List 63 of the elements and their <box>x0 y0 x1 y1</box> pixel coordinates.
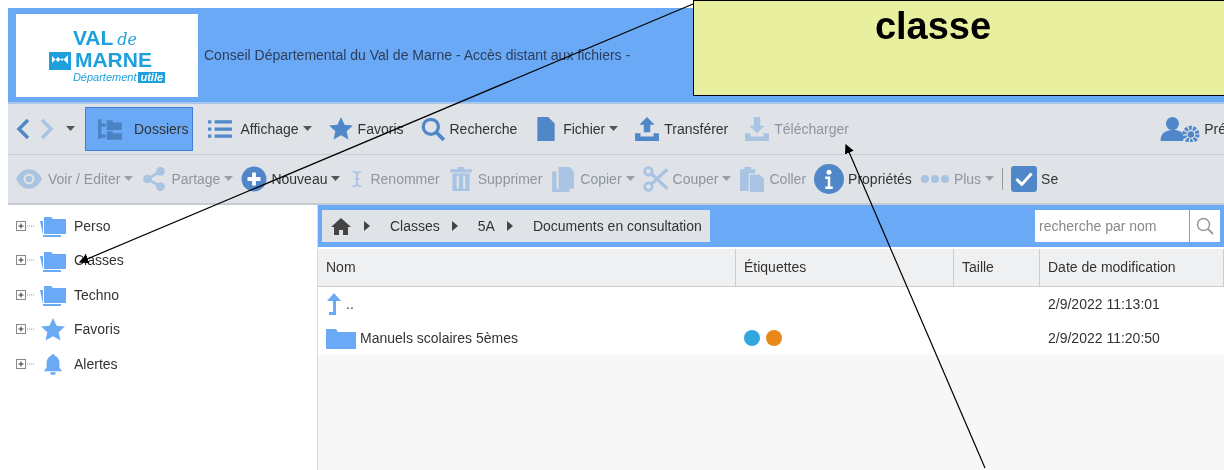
chevron-icon <box>451 221 458 231</box>
paste-icon <box>739 166 766 192</box>
expand-icon[interactable] <box>16 289 34 301</box>
caret-icon <box>66 126 75 132</box>
tree-item[interactable]: Techno <box>74 284 120 306</box>
folder-icon <box>326 327 356 349</box>
expand-icon[interactable] <box>16 358 34 370</box>
toolbar-button[interactable]: Fichier <box>528 107 624 151</box>
logo-text: MARNE <box>74 48 152 70</box>
breadcrumb-link[interactable]: Classes <box>390 215 440 237</box>
home-icon[interactable] <box>330 217 352 235</box>
search-icon <box>419 116 446 142</box>
file-name[interactable]: Manuels scolaires 5èmes <box>360 327 518 349</box>
user-settings-icon <box>1160 116 1201 142</box>
column-header[interactable]: Date de modification <box>1040 249 1224 286</box>
file-name[interactable]: .. <box>346 293 354 315</box>
logo-text: VAL <box>72 27 114 48</box>
logo-text: de <box>117 32 138 48</box>
plus-icon <box>241 166 268 192</box>
toolbar-button[interactable]: Affichage <box>199 107 317 151</box>
info-icon <box>814 164 845 194</box>
copy-icon <box>550 166 577 192</box>
upload-icon <box>634 116 661 142</box>
expand-icon[interactable] <box>16 324 34 336</box>
toolbar-button[interactable]: Dossiers <box>85 107 194 151</box>
download-icon <box>744 116 771 142</box>
toolbar-button[interactable]: Recherche <box>414 107 523 151</box>
expand-icon[interactable] <box>16 220 34 232</box>
logo-tag: utile <box>138 72 166 83</box>
column-header[interactable]: Étiquettes <box>736 249 954 286</box>
trash-icon <box>447 166 474 192</box>
folder-icon <box>40 215 66 238</box>
star-icon <box>327 116 354 142</box>
tree-item[interactable]: Perso <box>74 215 111 237</box>
column-header[interactable]: Nom <box>318 249 736 286</box>
back-button[interactable] <box>14 118 32 140</box>
chevron-icon <box>364 221 370 231</box>
up-arrow-icon <box>326 292 342 316</box>
search-icon <box>1196 217 1214 235</box>
action-button[interactable]: Se <box>1011 166 1059 192</box>
column-header[interactable]: Taille <box>954 249 1040 286</box>
search-field[interactable]: recherche par nom <box>1035 210 1189 242</box>
breadcrumb-link[interactable]: 5A <box>477 215 495 237</box>
action-button[interactable]: Nouveau <box>241 166 341 192</box>
eye-icon <box>14 166 44 192</box>
scissors-icon <box>642 166 669 192</box>
breadcrumb-link[interactable]: Documents en consultation <box>532 215 702 237</box>
banner-title: Conseil Départemental du Val de Marne - Accès distant aux fichiers - <box>204 45 631 65</box>
folder-icon <box>40 249 66 272</box>
search-button[interactable] <box>1190 210 1220 242</box>
tree-item[interactable]: Alertes <box>74 353 118 375</box>
date-cell-text: 2/9/2022 11:20:50 <box>1048 328 1160 348</box>
star-icon <box>40 316 66 343</box>
share-icon <box>141 166 168 192</box>
toolbar-button[interactable]: Transférer <box>629 107 734 151</box>
callout-text: classe <box>874 4 992 49</box>
folder-icon <box>40 284 66 307</box>
logo-tagline: Département <box>72 72 137 83</box>
date-cell-text: 2/9/2022 11:13:01 <box>1048 294 1160 314</box>
checkbox-icon <box>1011 166 1038 192</box>
chevron-icon <box>506 221 513 231</box>
expand-icon[interactable] <box>16 255 34 267</box>
tree-item[interactable]: Favoris <box>74 319 120 341</box>
